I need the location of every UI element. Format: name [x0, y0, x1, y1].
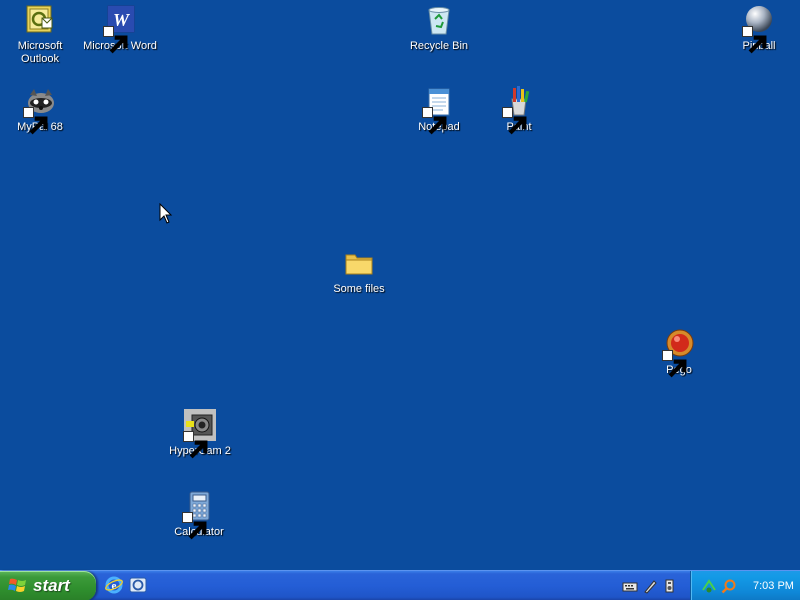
shortcut-arrow-icon — [742, 26, 767, 54]
desktop-icon-label: Microsoft Outlook — [17, 40, 63, 65]
hypercam-icon — [183, 409, 216, 459]
recycle-bin-icon — [423, 4, 455, 36]
start-button[interactable]: start — [0, 571, 96, 600]
shortcut-arrow-icon — [103, 26, 128, 54]
desktop-icon-word[interactable]: W Microsoft Word — [80, 4, 160, 54]
outlook-icon — [24, 4, 56, 36]
system-tray: 7:03 PM — [690, 571, 800, 600]
taskbar: start e 7:03 PM — [0, 570, 800, 600]
paint-icon — [502, 85, 535, 135]
desktop-icon-notepad[interactable]: Notepad — [399, 85, 479, 135]
shortcut-arrow-icon — [23, 107, 48, 135]
mouse-cursor-icon — [159, 203, 173, 224]
desktop-icon-label: Some files — [333, 283, 385, 295]
desktop-icon-mypal[interactable]: MyPal 68 — [0, 85, 80, 135]
desktop-icon-outlook[interactable]: Microsoft Outlook — [0, 4, 80, 66]
desktop-icon-hypercam[interactable]: HyperCam 2 — [160, 409, 240, 459]
pego-icon — [662, 328, 695, 378]
desktop-icon-calculator[interactable]: Calculator — [159, 490, 239, 540]
desktop-icon-recycle-bin[interactable]: Recycle Bin — [399, 4, 479, 53]
desktop[interactable]: Microsoft Outlook W Microsoft Word Recyc… — [0, 0, 800, 570]
start-label: start — [33, 576, 70, 595]
internet-explorer-icon[interactable]: e — [104, 575, 124, 595]
keyboard-icon[interactable] — [622, 578, 638, 594]
desktop-icon-paint[interactable]: Paint — [479, 85, 559, 135]
pinball-icon — [742, 4, 775, 54]
quick-launch: e — [104, 575, 148, 597]
mypal-icon — [23, 85, 56, 135]
clock[interactable]: 7:03 PM — [753, 580, 794, 592]
shortcut-arrow-icon — [502, 107, 527, 135]
desktop-icon-label: Recycle Bin — [409, 40, 469, 52]
language-bar — [622, 576, 678, 596]
shortcut-arrow-icon — [422, 107, 447, 135]
speaker-icon[interactable] — [662, 578, 678, 594]
calculator-icon — [182, 490, 215, 540]
word-icon: W — [103, 4, 136, 54]
windows-logo-icon — [8, 578, 26, 592]
shortcut-arrow-icon — [662, 350, 687, 378]
desktop-icon-pego[interactable]: Pego — [639, 328, 719, 378]
shortcut-arrow-icon — [182, 512, 207, 540]
search-icon[interactable] — [721, 578, 737, 594]
desktop-icon-pinball[interactable]: Pinball — [719, 4, 799, 54]
pen-icon[interactable] — [642, 578, 658, 594]
folder-icon — [343, 247, 375, 279]
shortcut-arrow-icon — [183, 431, 208, 459]
network-icon[interactable] — [701, 578, 717, 594]
notepad-icon — [422, 85, 455, 135]
desktop-icon-folder[interactable]: Some files — [319, 247, 399, 296]
outlook-express-icon[interactable] — [128, 575, 148, 595]
